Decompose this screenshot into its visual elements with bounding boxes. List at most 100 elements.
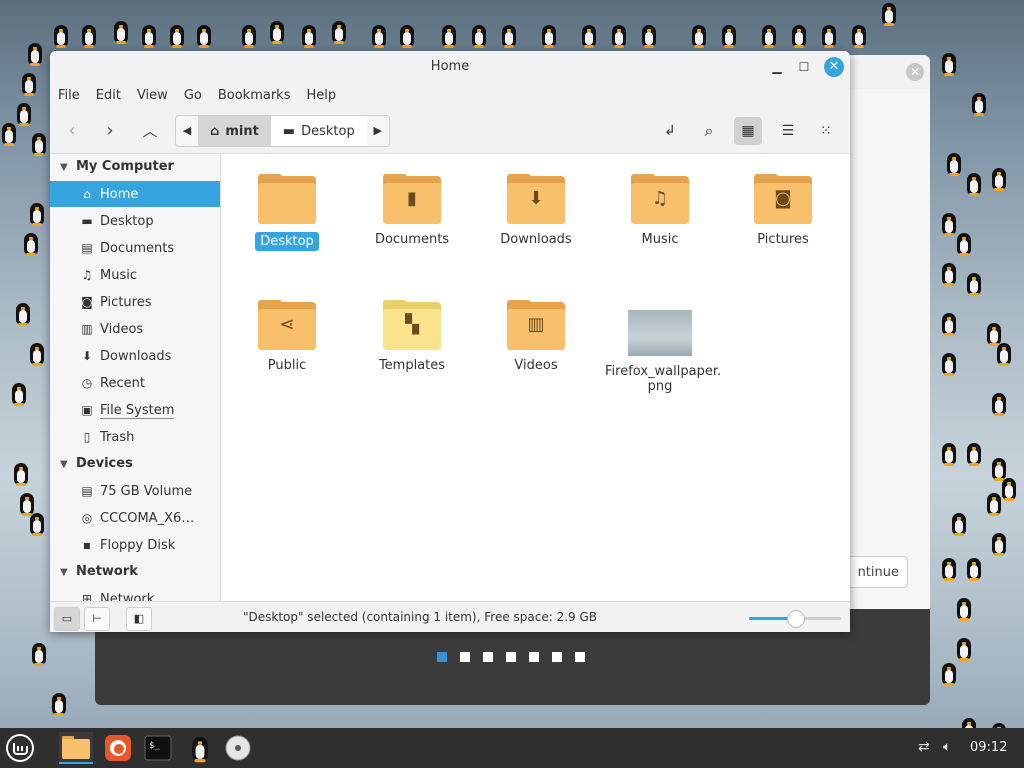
terminal-icon[interactable]: $_ [141, 732, 175, 764]
sidebar-item-videos[interactable]: ▥ Videos [50, 316, 220, 342]
sidebar-item-label: Network [100, 592, 155, 601]
compact-view-icon[interactable]: ⁙ [812, 117, 840, 145]
forward-icon[interactable]: › [96, 117, 124, 145]
zoom-handle[interactable] [787, 610, 805, 628]
menu-item-file[interactable]: File [50, 83, 88, 109]
penguin-icon [26, 40, 44, 66]
sidebar-item-label: Downloads [100, 349, 172, 364]
folder-icon: ▚ [383, 300, 441, 350]
mint-menu-icon[interactable] [3, 732, 37, 764]
file-name: Videos [514, 358, 558, 373]
sidebar-item-75-gb-volume[interactable]: ▤ 75 GB Volume [50, 478, 220, 504]
penguin-icon [580, 22, 598, 48]
file-item-templates[interactable]: ▚ Templates [357, 300, 467, 373]
network-icon[interactable]: ⇄ [918, 739, 930, 755]
file-view[interactable]: Desktop ▮ Documents ⬇ Downloads ♫ Music ◙ Pictur… [221, 154, 850, 601]
toggle-location-icon[interactable]: ↲ [656, 117, 684, 145]
file-item-firefox-wallpaper-png[interactable]: Firefox_wallpaper. png [605, 300, 721, 394]
penguin-icon [945, 150, 963, 176]
list-view-icon[interactable]: ☰ [774, 117, 802, 145]
page-dot[interactable] [529, 652, 539, 662]
show-tree-icon[interactable]: ⊢ [84, 607, 110, 631]
file-name: Desktop [255, 232, 319, 251]
firefox-icon[interactable] [101, 732, 135, 764]
back-icon[interactable]: ‹ [58, 117, 86, 145]
penguin-icon [268, 18, 286, 44]
page-dot[interactable] [483, 652, 493, 662]
path-right-arrow-icon[interactable]: ▶ [366, 116, 389, 146]
file-item-documents[interactable]: ▮ Documents [357, 174, 467, 247]
zoom-slider[interactable] [749, 610, 841, 628]
file-name: Pictures [757, 232, 809, 247]
folder-icon: ▮ [383, 174, 441, 224]
path-left-arrow-icon[interactable]: ◀ [176, 116, 198, 146]
clock[interactable]: 09:12 [970, 740, 1007, 755]
titlebar[interactable]: Home ▁ ☐ ✕ [50, 51, 850, 83]
file-item-music[interactable]: ♫ Music [605, 174, 715, 247]
sidebar-item-desktop[interactable]: ▬ Desktop [50, 208, 220, 234]
file-item-public[interactable]: ⋖ Public [232, 300, 342, 373]
penguin-icon [14, 300, 32, 326]
penguin-icon [398, 22, 416, 48]
sidebar-item-cccoma-x6[interactable]: ◎ CCCOMA_X6… [50, 505, 220, 531]
sidebar-item-music[interactable]: ♫ Music [50, 262, 220, 288]
sidebar-item-downloads[interactable]: ⬇ Downloads [50, 343, 220, 369]
files-icon[interactable] [59, 732, 93, 764]
breadcrumb-desktop[interactable]: ▬ Desktop [271, 116, 367, 146]
show-places-icon[interactable]: ▭ [54, 607, 80, 631]
file-name: Public [267, 358, 307, 373]
file-item-videos[interactable]: ▥ Videos [481, 300, 591, 373]
sidebar-item-home[interactable]: ⌂ Home [50, 181, 220, 207]
folder-icon: ▥ [507, 300, 565, 350]
background-dialog-content [850, 89, 930, 609]
sidebar-item-network[interactable]: ⊞ Network [50, 586, 220, 601]
status-bar: ▭ ⊢ ◧ "Desktop" selected (containing 1 i… [50, 601, 850, 632]
hide-sidebar-icon[interactable]: ◧ [126, 607, 152, 631]
breadcrumb-label: Desktop [301, 123, 355, 139]
sidebar-section-title: My Computer [76, 159, 174, 174]
grid-view-icon[interactable]: ▦ [734, 117, 762, 145]
close-icon[interactable]: ✕ [824, 57, 844, 77]
file-item-desktop[interactable]: Desktop [232, 174, 342, 251]
page-dot[interactable] [575, 652, 585, 662]
volume-icon[interactable]: 🔈︎ [943, 739, 951, 755]
page-dot[interactable] [460, 652, 470, 662]
sidebar-item-recent[interactable]: ◷ Recent [50, 370, 220, 396]
page-dot[interactable] [437, 652, 447, 662]
file-item-downloads[interactable]: ⬇ Downloads [481, 174, 591, 247]
menu-item-go[interactable]: Go [176, 83, 210, 109]
sidebar-item-file-system[interactable]: ▣ File System [50, 397, 220, 423]
search-icon[interactable]: ⌕ [695, 117, 723, 145]
menu-item-help[interactable]: Help [298, 83, 344, 109]
sidebar-item-floppy-disk[interactable]: ▪ Floppy Disk [50, 532, 220, 558]
file-item-pictures[interactable]: ◙ Pictures [728, 174, 838, 247]
penguin-icon [955, 230, 973, 256]
disc-icon[interactable] [221, 732, 255, 764]
sidebar-section-my-computer[interactable]: ▼ My Computer [50, 154, 220, 180]
sidebar-item-label: Documents [100, 241, 175, 256]
breadcrumb-mint[interactable]: ⌂ mint [198, 116, 271, 146]
tux-icon[interactable] [183, 732, 217, 764]
menu-item-view[interactable]: View [129, 83, 176, 109]
minimize-icon[interactable]: ▁ [769, 59, 785, 75]
background-dialog-header: ✕ [850, 55, 930, 89]
sidebar-item-documents[interactable]: ▤ Documents [50, 235, 220, 261]
menu-item-edit[interactable]: Edit [88, 83, 129, 109]
sidebar-item-trash[interactable]: ▯ Trash [50, 424, 220, 450]
videos-icon: ▥ [81, 322, 93, 336]
svg-text:$_: $_ [149, 741, 160, 751]
background-close-icon[interactable]: ✕ [906, 63, 924, 81]
desktop-icon: ▬ [81, 214, 93, 228]
folder-icon [258, 174, 316, 224]
up-icon[interactable]: ︿ [136, 117, 164, 145]
page-dot[interactable] [552, 652, 562, 662]
sidebar-section-devices[interactable]: ▼ Devices [50, 451, 220, 477]
menu-item-bookmarks[interactable]: Bookmarks [210, 83, 299, 109]
window-title: Home [430, 59, 470, 74]
page-dot[interactable] [506, 652, 516, 662]
penguin-icon [955, 635, 973, 661]
sidebar-section-network[interactable]: ▼ Network [50, 559, 220, 585]
sidebar-item-pictures[interactable]: ◙ Pictures [50, 289, 220, 315]
maximize-icon[interactable]: ☐ [796, 59, 812, 75]
penguin-icon [610, 22, 628, 48]
